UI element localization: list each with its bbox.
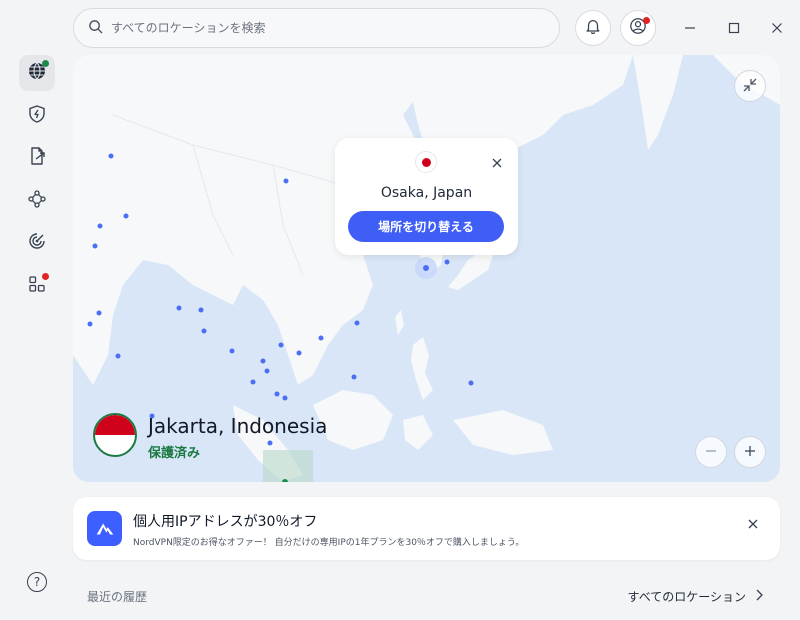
location-popup: Osaka, Japan 場所を切り替える (335, 138, 518, 255)
sidebar-item-file-share[interactable] (19, 140, 55, 176)
indonesia-flag-icon (93, 413, 137, 457)
switch-location-button[interactable]: 場所を切り替える (348, 211, 504, 242)
search-icon (88, 19, 103, 38)
promo-banner[interactable]: 個人用IPアドレスが30％オフ NordVPN限定のお得なオファー！ 自分だけの… (73, 497, 780, 560)
sidebar-item-dark-web-monitor[interactable] (19, 225, 55, 261)
help-button[interactable]: ? (27, 572, 47, 592)
chevron-right-icon (754, 589, 764, 604)
connection-status: 保護済み (148, 446, 201, 461)
bell-icon (584, 17, 602, 39)
recent-history-heading: 最近の履歴 (87, 590, 148, 604)
promo-description: NordVPN限定のお得なオファー！ 自分だけの専用IPの1年プランを30％オフ… (133, 538, 525, 548)
minus-icon (704, 443, 718, 462)
connected-badge (42, 60, 49, 67)
sidebar-item-map[interactable] (19, 55, 55, 91)
sidebar-item-threat-protection[interactable] (19, 98, 55, 134)
file-share-icon (27, 146, 47, 170)
promo-title: 個人用IPアドレスが30％オフ (133, 514, 318, 530)
zoom-out-button[interactable] (695, 436, 727, 468)
minimize-icon (684, 19, 696, 38)
account-button[interactable] (620, 10, 656, 46)
connected-location: Jakarta, Indonesia (148, 414, 328, 438)
promo-close-button[interactable] (746, 516, 760, 530)
nordvpn-logo-icon (87, 511, 122, 546)
zoom-in-button[interactable] (734, 436, 766, 468)
search-input[interactable] (111, 21, 531, 35)
search-bar[interactable] (73, 8, 560, 48)
all-locations-label: すべてのロケーション (627, 590, 746, 604)
close-icon (748, 519, 758, 529)
meshnet-icon (27, 189, 47, 213)
apps-alert-badge (42, 273, 49, 280)
shield-bolt-icon (27, 104, 47, 128)
collapse-map-button[interactable] (734, 70, 766, 102)
radar-icon (27, 231, 47, 255)
close-window-button[interactable] (767, 18, 787, 38)
japan-flag-icon (415, 151, 437, 173)
maximize-button[interactable] (724, 18, 744, 38)
plus-icon (743, 443, 757, 462)
popup-close-button[interactable] (490, 155, 504, 169)
account-alert-badge (643, 17, 650, 24)
maximize-icon (728, 19, 740, 38)
popup-location: Osaka, Japan (380, 185, 473, 201)
sidebar-item-meshnet[interactable] (19, 183, 55, 219)
server-map[interactable]: Jakarta, Indonesia 保護済み (73, 55, 780, 482)
notifications-button[interactable] (575, 10, 611, 46)
close-icon (771, 19, 783, 38)
all-locations-link[interactable]: すべてのロケーション (628, 588, 764, 605)
close-icon (492, 158, 502, 168)
minimize-button[interactable] (680, 18, 700, 38)
sidebar-item-apps[interactable] (19, 268, 55, 304)
collapse-icon (743, 77, 757, 96)
